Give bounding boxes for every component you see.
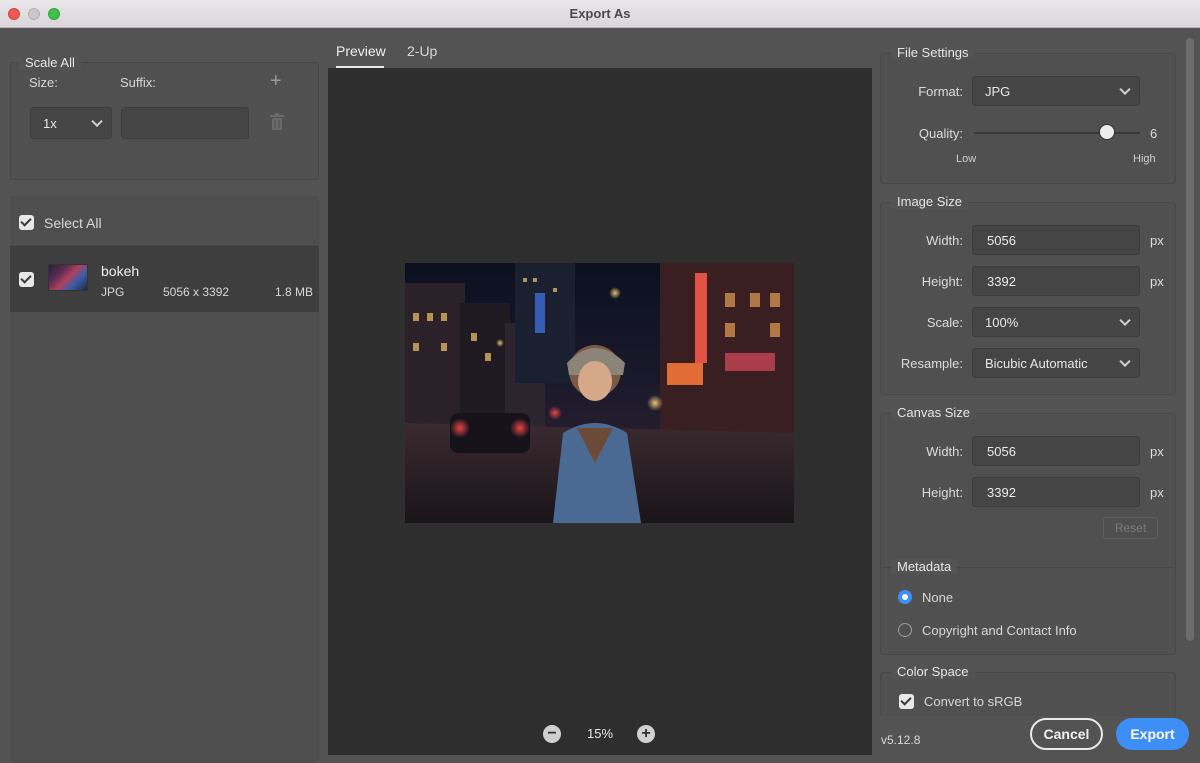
quality-low-label: Low: [956, 153, 977, 165]
chevron-down-icon: [1119, 83, 1131, 96]
metadata-none-label: None: [922, 590, 954, 605]
scale-all-group: Scale All Size: Suffix: + 1x: [10, 55, 319, 180]
export-button[interactable]: Export: [1116, 718, 1189, 750]
asset-file-size: 1.8 MB: [275, 285, 314, 299]
file-settings-title: File Settings: [891, 45, 975, 60]
canvas-height-label: Height:: [921, 485, 963, 500]
scale-select[interactable]: 100%: [972, 307, 1140, 337]
quality-label: Quality:: [918, 126, 963, 141]
color-space-group: Color Space Convert to sRGB: [880, 664, 1176, 716]
quality-value: 6: [1150, 126, 1158, 141]
asset-list: Select All bokeh JPG 5056 x 3392 1.8 MB: [10, 196, 319, 763]
add-scale-icon[interactable]: +: [270, 71, 282, 91]
select-all-label: Select All: [44, 215, 102, 231]
size-select[interactable]: 1x: [30, 107, 112, 139]
scale-label: Scale:: [926, 315, 963, 330]
suffix-label: Suffix:: [120, 75, 156, 90]
canvas-width-unit: px: [1150, 444, 1164, 459]
zoom-in-button[interactable]: +: [637, 725, 655, 743]
version-label: v5.12.8: [881, 733, 921, 747]
metadata-group: Metadata None Copyright and Contact Info: [880, 559, 1176, 655]
convert-srgb-checkbox[interactable]: [899, 694, 914, 709]
preview-image: [405, 263, 794, 523]
canvas-size-title: Canvas Size: [891, 405, 976, 420]
canvas-width-label: Width:: [926, 444, 963, 459]
image-height-input[interactable]: 3392: [972, 266, 1140, 296]
image-width-input[interactable]: 5056: [972, 225, 1140, 255]
quality-slider[interactable]: [974, 132, 1140, 134]
file-settings-group: File Settings Format: JPG Quality: 6 Low…: [880, 45, 1176, 184]
metadata-copyright-label: Copyright and Contact Info: [922, 623, 1077, 638]
image-height-label: Height:: [921, 274, 963, 289]
resample-select-value: Bicubic Automatic: [985, 355, 1088, 371]
asset-format: JPG: [101, 285, 125, 299]
resample-select[interactable]: Bicubic Automatic: [972, 348, 1140, 378]
resample-label: Resample:: [900, 356, 963, 371]
chevron-down-icon: [1119, 355, 1131, 368]
zoom-controls: − 15% +: [328, 725, 872, 745]
size-label: Size:: [29, 75, 58, 90]
quality-high-label: High: [1133, 153, 1156, 165]
metadata-title: Metadata: [891, 559, 958, 574]
size-select-value: 1x: [43, 115, 57, 131]
metadata-copyright-radio[interactable]: [898, 623, 912, 637]
select-all-checkbox[interactable]: [19, 215, 34, 230]
trash-icon[interactable]: [269, 113, 285, 131]
settings-scrollbar[interactable]: [1186, 38, 1194, 641]
select-all-row[interactable]: Select All: [10, 196, 319, 246]
format-select-value: JPG: [985, 83, 1011, 99]
image-size-title: Image Size: [891, 194, 969, 209]
scale-select-value: 100%: [985, 314, 1019, 330]
canvas-width-input[interactable]: 5056: [972, 436, 1140, 466]
asset-dimensions: 5056 x 3392: [163, 285, 230, 299]
image-height-unit: px: [1150, 274, 1164, 289]
window-title: Export As: [569, 6, 631, 21]
canvas-height-input[interactable]: 3392: [972, 477, 1140, 507]
asset-name: bokeh: [101, 263, 140, 279]
title-bar: Export As: [0, 0, 1200, 28]
asset-thumbnail: [48, 264, 88, 291]
preview-canvas[interactable]: − 15% +: [328, 68, 872, 755]
suffix-input[interactable]: [121, 107, 249, 139]
export-dialog: Scale All Size: Suffix: + 1x Select All …: [0, 28, 1200, 763]
chevron-down-icon: [1119, 314, 1131, 327]
image-width-unit: px: [1150, 233, 1164, 248]
format-select[interactable]: JPG: [972, 76, 1140, 106]
zoom-level: 15%: [586, 726, 614, 741]
image-size-group: Image Size Width: 5056 px Height: 3392 p…: [880, 194, 1176, 395]
cancel-button[interactable]: Cancel: [1030, 718, 1103, 750]
color-space-title: Color Space: [891, 664, 975, 679]
metadata-none-radio[interactable]: [898, 590, 912, 604]
canvas-size-group: Canvas Size Width: 5056 px Height: 3392 …: [880, 405, 1176, 573]
tab-preview[interactable]: Preview: [336, 43, 386, 59]
tab-2-up[interactable]: 2-Up: [407, 43, 437, 59]
reset-button[interactable]: Reset: [1103, 517, 1158, 539]
canvas-height-unit: px: [1150, 485, 1164, 500]
image-width-label: Width:: [926, 233, 963, 248]
quality-slider-thumb[interactable]: [1099, 124, 1115, 140]
scale-all-title: Scale All: [19, 55, 81, 70]
convert-srgb-label: Convert to sRGB: [924, 694, 1023, 709]
asset-row[interactable]: bokeh JPG 5056 x 3392 1.8 MB: [10, 246, 319, 312]
asset-checkbox[interactable]: [19, 272, 34, 287]
format-label: Format:: [918, 84, 963, 99]
chevron-down-icon: [91, 115, 103, 128]
